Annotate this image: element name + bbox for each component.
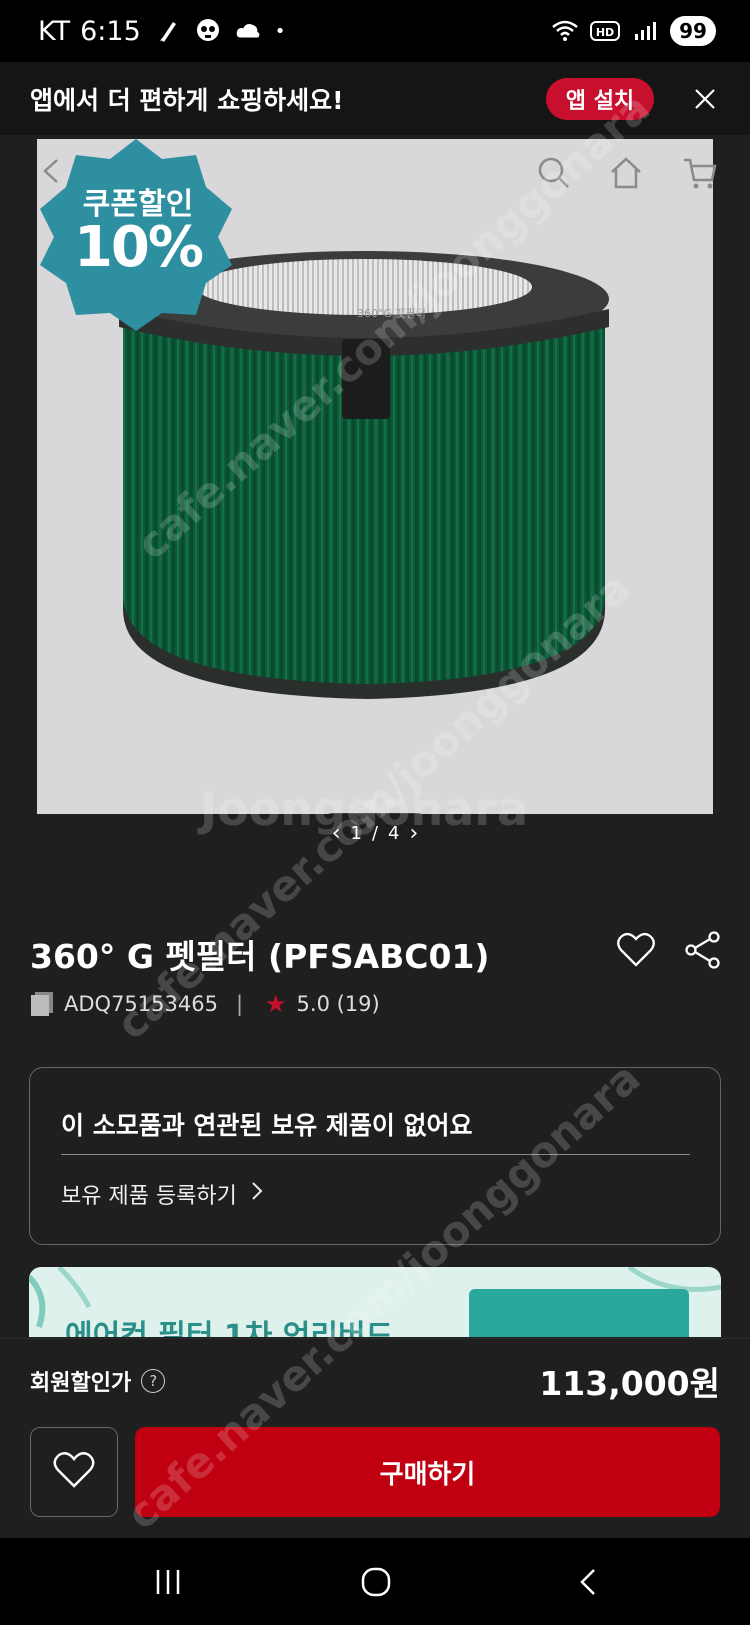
member-price-label: 회원할인가 ? [30, 1365, 166, 1397]
divider [61, 1154, 690, 1155]
help-icon[interactable]: ? [141, 1369, 166, 1393]
svg-text:HD: HD [596, 26, 614, 39]
promo-banner[interactable]: 에어컨 필터 1차 언리버드 [29, 1267, 721, 1337]
wifi-icon [552, 18, 578, 44]
wishlist-button[interactable] [30, 1427, 118, 1517]
skull-icon [195, 18, 221, 44]
recent-apps-icon[interactable] [146, 1560, 190, 1604]
pager-total: 4 [388, 822, 400, 844]
promo-image [469, 1289, 689, 1337]
product-title: 360° G 펫필터 (PFSABC01) [30, 937, 490, 976]
product-meta: ADQ75153465 | ★ 5.0 (19) [30, 990, 380, 1018]
pager-current: 1 [350, 822, 362, 844]
owned-product-title: 이 소모품과 연관된 보유 제품이 없어요 [61, 1111, 473, 1140]
buy-button[interactable]: 구매하기 [135, 1427, 720, 1517]
heart-icon [52, 1450, 96, 1494]
home-icon[interactable] [604, 151, 648, 195]
close-icon[interactable] [688, 82, 722, 116]
app-banner-text: 앱에서 더 편하게 쇼핑하세요! [30, 85, 344, 115]
document-icon [30, 991, 54, 1017]
image-pager[interactable]: ‹ 1 / 4 › [314, 813, 436, 853]
status-time: 6:15 [80, 15, 141, 47]
app-install-banner: 앱에서 더 편하게 쇼핑하세요! 앱 설치 [0, 62, 750, 135]
status-bar: KT 6:15 • HD 99 [0, 0, 750, 62]
carrier-label: KT [38, 15, 71, 47]
star-icon: ★ [265, 990, 287, 1018]
cloud-icon [235, 18, 261, 44]
battery-indicator: 99 [670, 16, 716, 46]
owned-product-card: 이 소모품과 연관된 보유 제품이 없어요 보유 제품 등록하기 [29, 1067, 721, 1245]
register-product-label: 보유 제품 등록하기 [61, 1184, 237, 1209]
app-install-button[interactable]: 앱 설치 [546, 77, 654, 120]
purchase-bar: 회원할인가 ? 113,000원 구매하기 [0, 1338, 750, 1538]
home-button-icon[interactable] [354, 1560, 398, 1604]
chevron-left-icon[interactable]: ‹ [332, 821, 341, 846]
system-nav-bar [0, 1538, 750, 1625]
coupon-badge-percent: 10% [73, 215, 204, 280]
product-gallery[interactable]: 360°G 펫필터 쿠폰할인 10% [0, 135, 750, 870]
price-value: 113,000원 [539, 1364, 720, 1403]
hd-icon: HD [590, 18, 620, 44]
back-icon[interactable] [566, 1560, 610, 1604]
meta-separator: | [235, 992, 244, 1016]
chevron-right-icon[interactable]: › [409, 821, 418, 846]
member-price-text: 회원할인가 [30, 1371, 132, 1396]
search-icon[interactable] [532, 151, 576, 195]
pager-separator: / [371, 822, 379, 844]
model-number: ADQ75153465 [64, 992, 218, 1016]
chevron-right-icon [251, 1181, 263, 1207]
rating-value[interactable]: 5.0 (19) [297, 992, 380, 1016]
promo-text: 에어컨 필터 1차 언리버드 [65, 1319, 394, 1337]
pen-icon [155, 18, 181, 44]
heart-icon[interactable] [616, 930, 656, 970]
signal-icon [632, 18, 658, 44]
register-product-link[interactable]: 보유 제품 등록하기 [61, 1178, 263, 1210]
svg-text:360°G 펫필터: 360°G 펫필터 [357, 307, 426, 320]
share-icon[interactable] [684, 930, 722, 970]
cart-icon[interactable] [678, 151, 722, 195]
status-dot: • [274, 20, 286, 42]
